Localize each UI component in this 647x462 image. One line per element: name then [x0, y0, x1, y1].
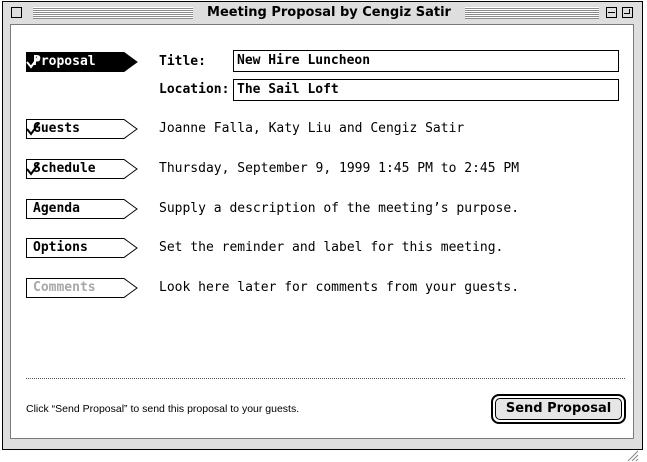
guests-summary: Joanne Falla, Katy Liu and Cengiz Satir [159, 121, 465, 136]
nav-agenda-button[interactable]: Agenda [26, 199, 138, 219]
nav-schedule-label: Schedule [33, 161, 96, 176]
window-title: Meeting Proposal by Cengiz Satir [197, 5, 461, 21]
title-field[interactable]: New Hire Luncheon [233, 50, 619, 72]
location-label: Location: [159, 82, 230, 97]
send-proposal-button[interactable]: Send Proposal [491, 394, 626, 424]
send-proposal-label: Send Proposal [495, 398, 622, 420]
title-bar-stripes [465, 7, 599, 19]
title-bar-stripes [33, 7, 193, 19]
checkmark-icon [26, 122, 40, 136]
nav-options-button[interactable]: Options [26, 238, 138, 258]
comments-summary: Look here later for comments from your g… [159, 280, 520, 295]
title-bar[interactable]: Meeting Proposal by Cengiz Satir [3, 2, 642, 24]
collapse-box-icon[interactable] [606, 7, 617, 18]
nav-comments-button: Comments [26, 278, 138, 298]
schedule-summary: Thursday, September 9, 1999 1:45 PM to 2… [159, 161, 520, 176]
proposal-content: Proposal Title: New Hire Luncheon Locati… [10, 24, 639, 462]
checkmark-icon [26, 162, 40, 176]
meeting-proposal-window: Meeting Proposal by Cengiz Satir Proposa… [2, 1, 643, 462]
nav-guests-label: Guests [33, 121, 80, 136]
resize-grip-icon[interactable] [624, 448, 639, 462]
nav-schedule-button[interactable]: Schedule [26, 159, 138, 179]
nav-proposal-label: Proposal [33, 54, 96, 69]
nav-options-label: Options [33, 240, 88, 255]
options-summary: Set the reminder and label for this meet… [159, 240, 504, 255]
nav-proposal-button[interactable]: Proposal [26, 52, 138, 72]
nav-comments-label: Comments [33, 280, 96, 295]
location-field[interactable]: The Sail Loft [233, 79, 619, 101]
send-hint-text: Click “Send Proposal” to send this propo… [26, 403, 300, 415]
nav-agenda-label: Agenda [33, 201, 80, 216]
close-box-icon[interactable] [11, 7, 22, 18]
title-label: Title: [159, 54, 206, 69]
agenda-summary: Supply a description of the meeting’s pu… [159, 201, 520, 216]
checkmark-icon [26, 55, 40, 69]
zoom-box-icon[interactable] [622, 7, 633, 18]
nav-guests-button[interactable]: Guests [26, 119, 138, 139]
footer-divider [26, 378, 625, 379]
